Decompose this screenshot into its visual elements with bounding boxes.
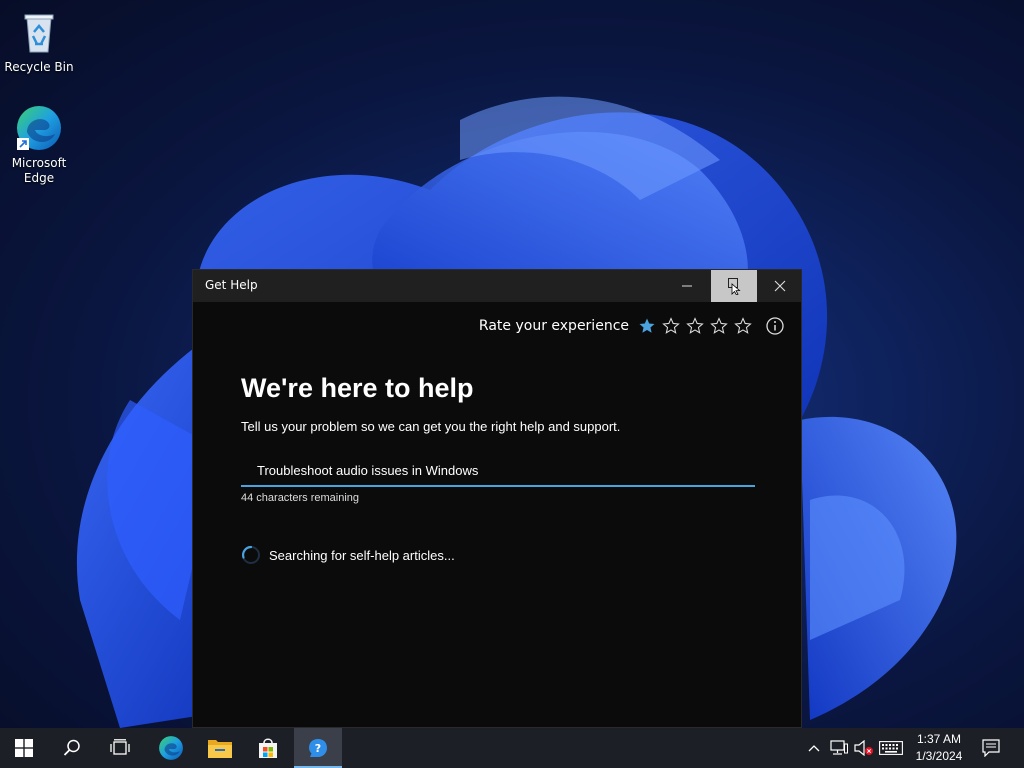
minimize-icon — [682, 285, 692, 287]
page-subtext: Tell us your problem so we can get you t… — [241, 419, 621, 434]
file-explorer-icon — [208, 740, 232, 758]
task-view-button[interactable] — [96, 728, 144, 768]
recycle-bin-icon — [15, 8, 63, 56]
volume-button[interactable] — [853, 738, 875, 758]
keyboard-icon — [879, 741, 903, 755]
info-icon[interactable] — [765, 316, 785, 336]
chevron-up-icon — [808, 745, 820, 752]
clock-date: 1/3/2024 — [915, 749, 963, 763]
get-help-window: Get Help Rate your experience We're here… — [192, 269, 802, 728]
star-1-icon[interactable] — [635, 316, 659, 336]
taskbar-clock[interactable]: 1:37 AM 1/3/2024 — [906, 731, 972, 765]
star-5-icon[interactable] — [731, 316, 755, 336]
taskbar-file-explorer-button[interactable] — [196, 728, 244, 768]
taskbar-get-help-button[interactable]: ? — [294, 728, 342, 768]
maximize-button[interactable] — [711, 270, 757, 302]
desktop-icon-label: Microsoft Edge — [11, 156, 67, 185]
search-icon — [63, 739, 80, 756]
characters-remaining: 44 characters remaining — [241, 492, 360, 504]
task-view-icon — [110, 739, 130, 755]
show-hidden-icons-button[interactable] — [805, 738, 823, 758]
svg-text:?: ? — [315, 742, 321, 755]
star-2-icon[interactable] — [659, 316, 683, 336]
page-heading: We're here to help — [241, 373, 474, 403]
title-bar[interactable]: Get Help — [193, 270, 801, 302]
start-icon — [15, 739, 33, 757]
search-status: Searching for self-help articles... — [241, 545, 455, 565]
minimize-button[interactable] — [664, 270, 710, 302]
maximize-icon — [728, 278, 741, 295]
start-button[interactable] — [0, 728, 48, 768]
taskbar-store-button[interactable] — [244, 728, 292, 768]
desktop-icon-microsoft-edge[interactable]: Microsoft Edge — [1, 104, 77, 186]
network-icon — [830, 740, 848, 755]
desktop-icon-recycle-bin[interactable]: Recycle Bin — [1, 8, 77, 75]
taskbar-edge-button[interactable] — [147, 728, 195, 768]
problem-search-input[interactable]: Troubleshoot audio issues in Windows — [241, 456, 755, 487]
window-title: Get Help — [205, 278, 258, 292]
edge-icon — [15, 104, 63, 152]
store-icon — [259, 738, 277, 758]
taskbar: ? 1:37 AM 1/3/2024 — [0, 728, 1024, 768]
volume-muted-icon — [854, 740, 873, 756]
star-3-icon[interactable] — [683, 316, 707, 336]
search-input-value: Troubleshoot audio issues in Windows — [257, 463, 479, 478]
star-4-icon[interactable] — [707, 316, 731, 336]
desktop-icon-label: Recycle Bin — [4, 60, 74, 74]
action-center-button[interactable] — [980, 738, 1002, 758]
touch-keyboard-button[interactable] — [877, 738, 905, 758]
close-button[interactable] — [757, 270, 803, 302]
search-status-text: Searching for self-help articles... — [269, 547, 455, 563]
notification-icon — [982, 739, 1000, 757]
close-icon — [774, 280, 786, 292]
get-help-icon: ? — [309, 739, 327, 757]
network-button[interactable] — [829, 738, 849, 758]
loading-spinner-icon — [241, 545, 261, 565]
rating-label: Rate your experience — [478, 318, 629, 334]
edge-icon — [159, 736, 183, 760]
search-button[interactable] — [48, 728, 96, 768]
rating-row: Rate your experience — [479, 316, 785, 336]
clock-time: 1:37 AM — [916, 732, 962, 746]
